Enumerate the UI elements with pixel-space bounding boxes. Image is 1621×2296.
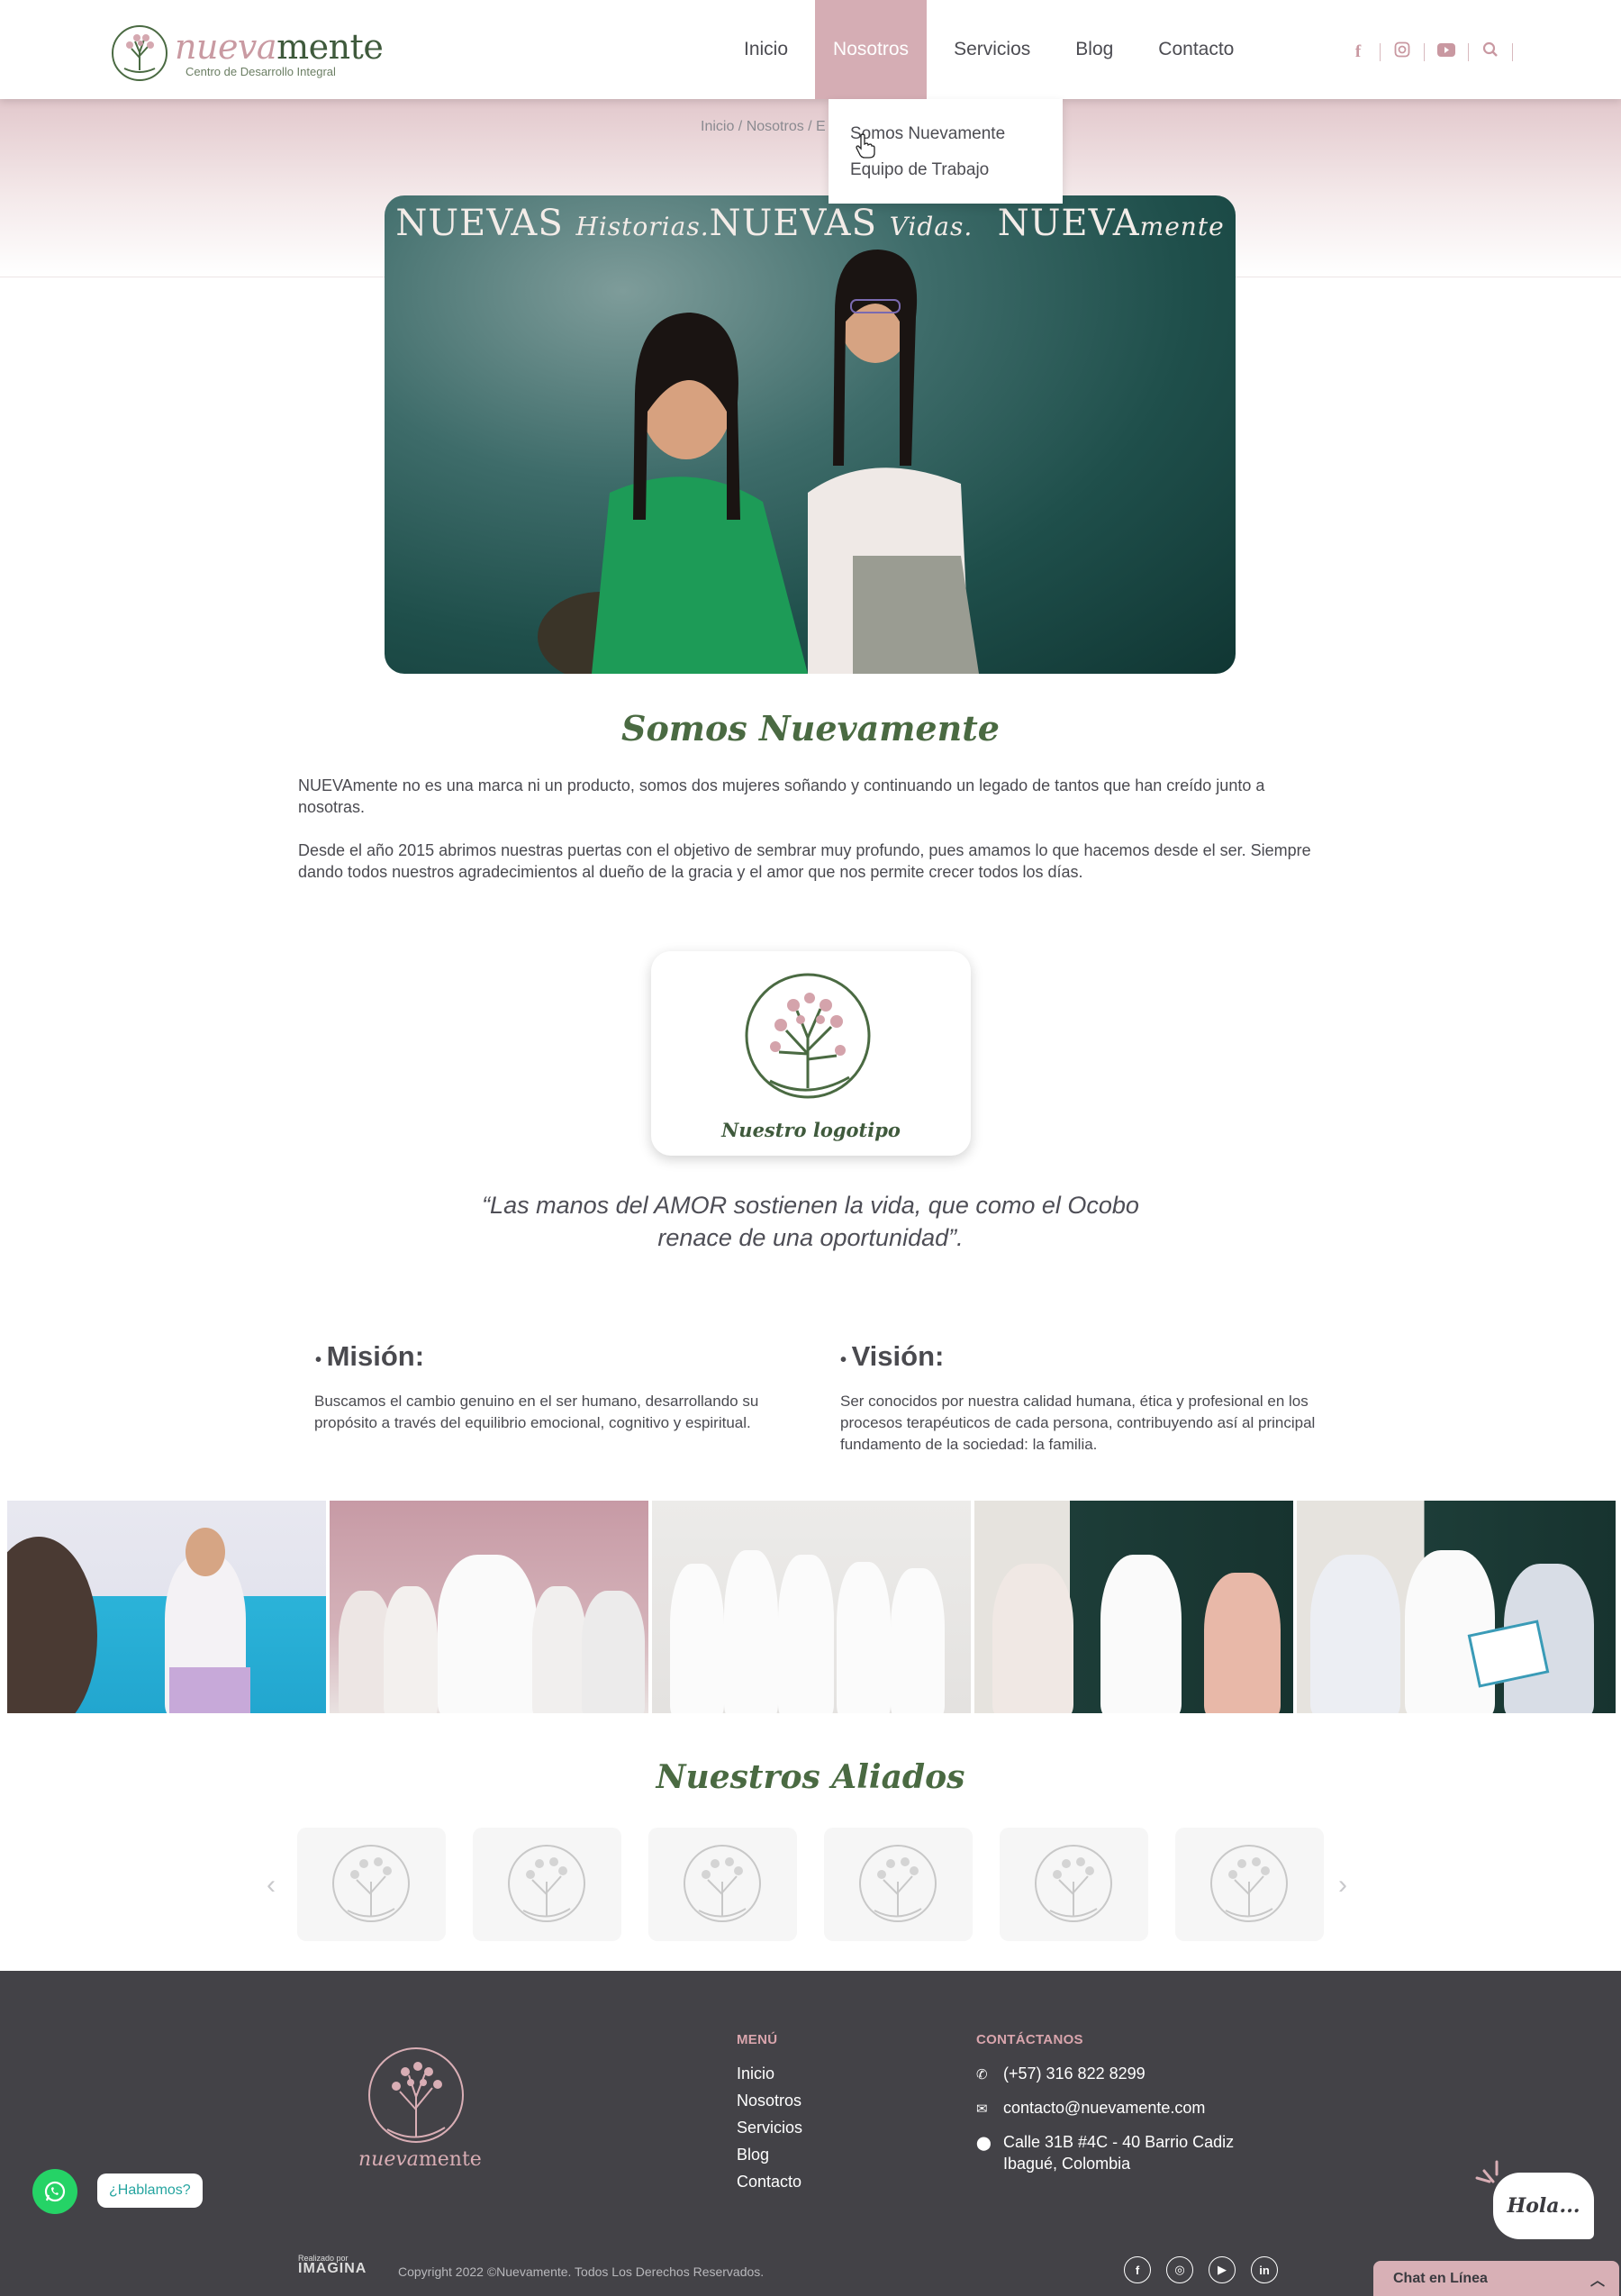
vision-text: Ser conocidos por nuestra calidad humana… (840, 1393, 1316, 1453)
youtube-icon[interactable]: ▶ (1209, 2256, 1236, 2283)
instagram-icon[interactable] (1391, 41, 1413, 63)
site-header: nuevamente Centro de Desarrollo Integral… (0, 0, 1621, 99)
ally-logo[interactable] (648, 1828, 797, 1941)
instagram-icon[interactable]: ◎ (1166, 2256, 1193, 2283)
mision-title: • Misión: (315, 1340, 425, 1372)
facebook-icon[interactable]: f (1347, 42, 1369, 62)
footer-email[interactable]: contacto@nuevamente.com (1003, 2097, 1205, 2120)
logo-word-nueva: nueva (175, 26, 277, 67)
gallery-photo-2[interactable] (330, 1501, 648, 1713)
allies-prev-arrow[interactable]: ‹ (267, 1870, 276, 1901)
divider (1424, 43, 1425, 61)
hola-chat-bubble[interactable]: Hola... (1493, 2173, 1594, 2239)
phone-icon: ✆ (976, 2067, 988, 2083)
allies-title: Nuestros Aliados (656, 1758, 965, 1796)
ally-logo[interactable] (824, 1828, 973, 1941)
ally-logo[interactable] (473, 1828, 621, 1941)
footer-logo-word-mente: mente (418, 2148, 482, 2171)
tree-logo-icon (368, 2047, 464, 2143)
ally-logo[interactable] (1175, 1828, 1324, 1941)
footer-link-servicios[interactable]: Servicios (737, 2119, 802, 2146)
about-paragraph-1: NUEVAmente no es una marca ni un product… (298, 776, 1265, 816)
ally-logo[interactable] (297, 1828, 446, 1941)
whatsapp-button[interactable] (32, 2169, 77, 2214)
footer-phone[interactable]: (+57) 316 822 8299 (1003, 2063, 1146, 2086)
logo-tagline: Centro de Desarrollo Integral (186, 64, 336, 78)
footer-socials: f ◎ ▶ in (1124, 2256, 1293, 2283)
site-footer: nuevamente MENÚ Inicio Nosotros Servicio… (0, 1971, 1621, 2296)
about-paragraph-2: Desde el año 2015 abrimos nuestras puert… (298, 841, 1311, 881)
tree-logo-icon (745, 973, 871, 1099)
online-chat-bar[interactable]: Chat en Línea ︿ (1373, 2261, 1619, 2296)
footer-link-contacto[interactable]: Contacto (737, 2173, 802, 2200)
whatsapp-icon (44, 2181, 66, 2202)
made-by-brand: IMAGINA (298, 2261, 367, 2276)
copyright-text: Copyright 2022 ©Nuevamente. Todos Los De… (398, 2264, 765, 2279)
footer-address-line-2: Ibagué, Colombia (1003, 2155, 1131, 2173)
tree-logo-icon (112, 25, 168, 81)
footer-logo-word-nueva: nueva (358, 2148, 419, 2171)
dropdown-item-equipo-de-trabajo[interactable]: Equipo de Trabajo (829, 160, 1063, 196)
nav-nosotros[interactable]: Nosotros (815, 0, 928, 99)
footer-menu-heading: MENÚ (737, 2032, 778, 2047)
footer-contact-heading: CONTÁCTANOS (976, 2032, 1083, 2047)
location-pin-icon: ⬤ (976, 2136, 992, 2151)
footer-link-nosotros[interactable]: Nosotros (737, 2092, 802, 2119)
footer-logo[interactable]: nuevamente (358, 2046, 482, 2171)
photo-gallery (7, 1501, 1619, 1713)
nav-inicio[interactable]: Inicio (726, 0, 806, 99)
nav-servicios[interactable]: Servicios (936, 0, 1048, 99)
divider (1380, 43, 1381, 61)
divider (1468, 43, 1469, 61)
hero-image: NUEVAS Historias.NUEVAS Vidas. NUEVAment… (385, 195, 1236, 674)
logo-card: Nuestro logotipo (651, 951, 971, 1156)
made-by-credit[interactable]: Realizado por IMAGINA (298, 2254, 367, 2276)
hand-cursor-icon (856, 133, 875, 159)
email-icon: ✉ (976, 2101, 988, 2117)
search-icon[interactable] (1480, 41, 1501, 63)
logo-word-mente: mente (276, 26, 384, 67)
site-logo[interactable]: nuevamente Centro de Desarrollo Integral (110, 23, 384, 83)
ally-logo[interactable] (1000, 1828, 1148, 1941)
nav-blog[interactable]: Blog (1057, 0, 1131, 99)
logo-card-caption: Nuestro logotipo (721, 1119, 901, 1141)
allies-carousel (297, 1828, 1324, 1941)
footer-address-line-1: Calle 31B #4C - 40 Barrio Cadiz (1003, 2133, 1235, 2151)
online-chat-label: Chat en Línea (1393, 2270, 1488, 2286)
divider (1512, 43, 1513, 61)
chevron-up-icon: ︿ (1589, 2273, 1605, 2289)
founders-photo (538, 250, 979, 674)
breadcrumb: Inicio / Nosotros / E (701, 119, 826, 134)
gallery-photo-5[interactable] (1297, 1501, 1616, 1713)
footer-menu: Inicio Nosotros Servicios Blog Contacto (737, 2065, 802, 2200)
gallery-photo-4[interactable] (974, 1501, 1293, 1713)
about-title: Somos Nuevamente (621, 708, 1000, 749)
gallery-photo-1[interactable] (7, 1501, 326, 1713)
footer-link-blog[interactable]: Blog (737, 2146, 802, 2173)
footer-contact: ✆ (+57) 316 822 8299 ✉ contacto@nuevamen… (976, 2065, 1234, 2185)
header-socials: f (1347, 41, 1524, 63)
linkedin-icon[interactable]: in (1251, 2256, 1278, 2283)
main-nav: Inicio Nosotros Servicios Blog Contacto (726, 0, 1261, 99)
vision-title: • Visión: (840, 1340, 945, 1372)
mision-text: Buscamos el cambio genuino en el ser hum… (314, 1393, 759, 1431)
footer-link-inicio[interactable]: Inicio (737, 2065, 802, 2092)
gallery-photo-3[interactable] (652, 1501, 971, 1713)
facebook-icon[interactable]: f (1124, 2256, 1151, 2283)
nav-contacto[interactable]: Contacto (1140, 0, 1252, 99)
allies-next-arrow[interactable]: › (1338, 1870, 1347, 1901)
logo-quote: “Las manos del AMOR sostienen la vida, q… (482, 1192, 1139, 1251)
whatsapp-bubble[interactable]: ¿Hablamos? (97, 2173, 203, 2208)
youtube-icon[interactable] (1435, 42, 1457, 62)
